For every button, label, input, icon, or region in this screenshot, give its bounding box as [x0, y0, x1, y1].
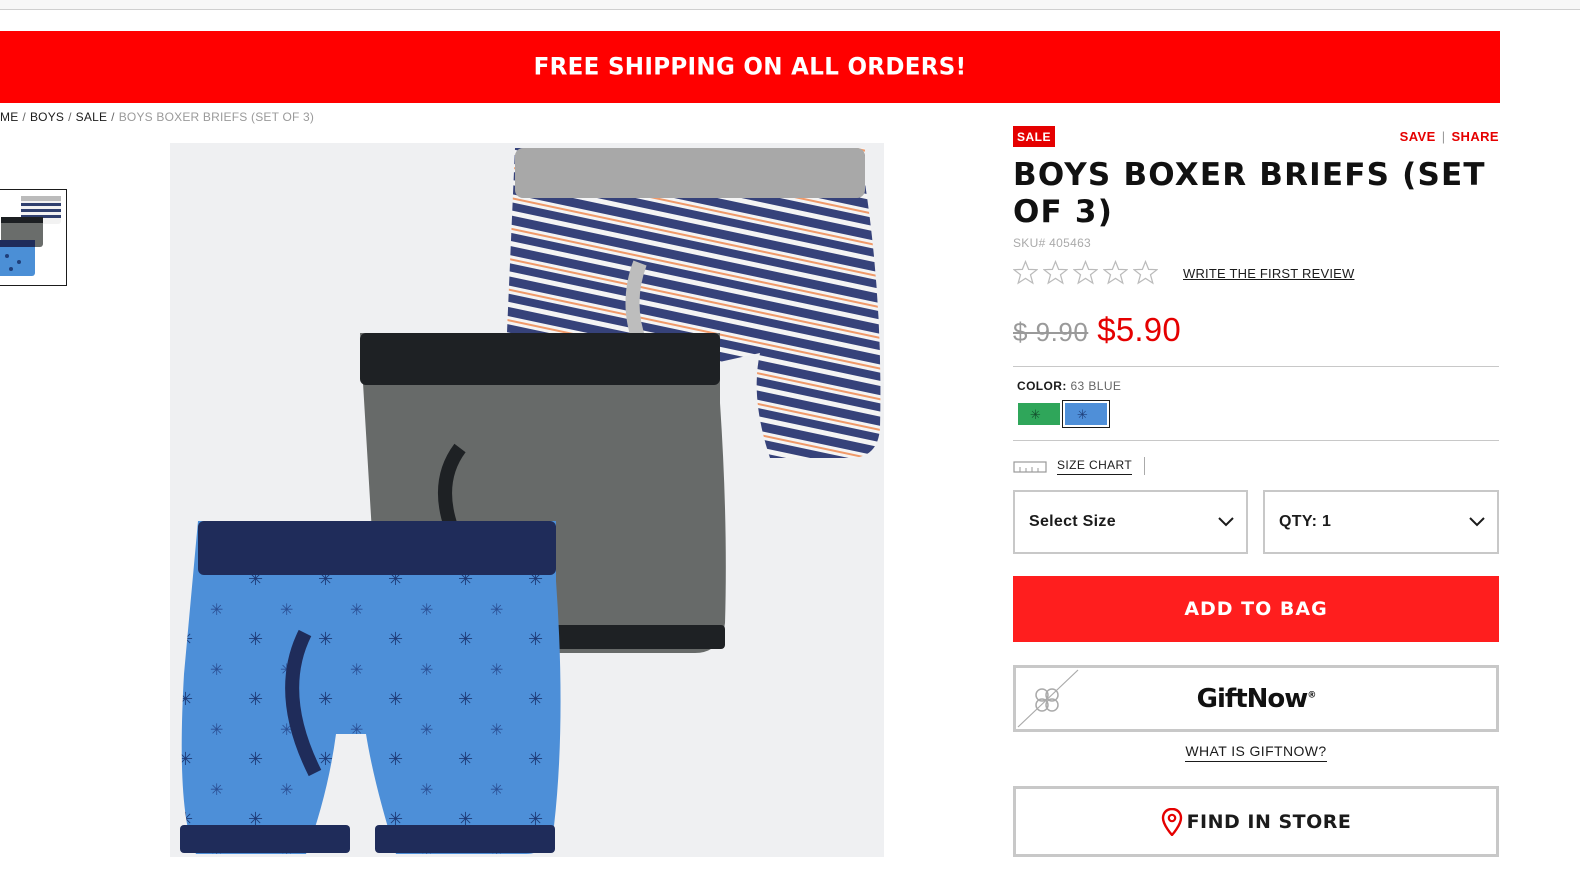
size-chart-link[interactable]: SIZE CHART [1057, 458, 1133, 475]
size-chart-separator [1144, 457, 1146, 475]
divider [1013, 440, 1499, 441]
product-main-image[interactable]: ✳ ✳ [170, 143, 884, 857]
star-empty-icon [1073, 260, 1098, 285]
star-empty-icon [1013, 260, 1038, 285]
star-empty-icon [1043, 260, 1068, 285]
product-sku: SKU# 405463 [1013, 236, 1092, 250]
product-title: BOYS BOXER BRIEFS (SET OF 3) [1013, 157, 1486, 230]
location-pin-icon [1161, 807, 1182, 836]
breadcrumb-home[interactable]: ME [0, 110, 18, 124]
size-select-value: Select Size [1029, 513, 1116, 530]
ruler-icon [1013, 461, 1047, 473]
breadcrumb-sale[interactable]: SALE [76, 110, 108, 124]
thumbnail-image [0, 190, 66, 285]
color-value: 63 BLUE [1070, 379, 1122, 393]
chevron-down-icon [1469, 517, 1485, 527]
color-swatch-green[interactable]: ✳ [1018, 403, 1060, 425]
sale-badge: SALE [1013, 126, 1056, 147]
chevron-down-icon [1218, 517, 1234, 527]
star-empty-icon [1133, 260, 1158, 285]
breadcrumb: ME / BOYS / SALE / BOYS BOXER BRIEFS (SE… [0, 110, 314, 124]
star-empty-icon [1103, 260, 1128, 285]
size-chart[interactable]: SIZE CHART [1013, 457, 1146, 475]
write-review-link[interactable]: WRITE THE FIRST REVIEW [1183, 266, 1354, 281]
divider [1013, 366, 1499, 367]
giftnow-brand: GiftNow [1196, 683, 1309, 714]
save-share: SAVE | SHARE [1400, 129, 1499, 144]
save-share-separator: | [1441, 129, 1446, 144]
giftnow-registered-mark: ® [1307, 689, 1316, 700]
breadcrumb-current: BOYS BOXER BRIEFS (SET OF 3) [118, 110, 315, 124]
giftnow-logo: GiftNow® [1196, 683, 1317, 714]
swatch-pattern: ✳ [1030, 408, 1041, 423]
promo-banner[interactable]: FREE SHIPPING ON ALL ORDERS! [0, 31, 1500, 103]
breadcrumb-boys[interactable]: BOYS [30, 110, 64, 124]
gift-ribbon-icon [1017, 669, 1079, 728]
browser-top-edge [0, 0, 1580, 10]
color-label: COLOR: 63 BLUE [1017, 379, 1121, 393]
svg-text:✳: ✳ [1077, 408, 1088, 423]
quantity-select[interactable]: QTY: 1 [1263, 490, 1499, 554]
quantity-select-value: QTY: 1 [1279, 513, 1332, 530]
price-block: $ 9.90 $5.90 [1013, 311, 1181, 349]
breadcrumb-separator: / [68, 110, 72, 124]
boxer-briefs-illustration: ✳ ✳ [180, 148, 881, 854]
breadcrumb-separator: / [22, 110, 26, 124]
swatch-pattern: ✳ [1077, 408, 1088, 423]
what-is-giftnow: WHAT IS GIFTNOW? [1013, 743, 1499, 762]
what-is-giftnow-link[interactable]: WHAT IS GIFTNOW? [1185, 743, 1327, 762]
breadcrumb-separator: / [111, 110, 115, 124]
size-select[interactable]: Select Size [1013, 490, 1248, 554]
add-to-bag-button[interactable]: ADD TO BAG [1013, 576, 1499, 642]
save-button[interactable]: SAVE [1400, 129, 1436, 144]
sale-price: $5.90 [1097, 311, 1181, 348]
original-price: $ 9.90 [1013, 317, 1089, 347]
giftnow-button[interactable]: GiftNow® [1013, 665, 1499, 732]
find-in-store-label: FIND IN STORE [1186, 810, 1352, 833]
color-swatch-blue[interactable]: ✳ [1063, 401, 1109, 427]
rating-stars[interactable] [1013, 260, 1158, 285]
promo-text: FREE SHIPPING ON ALL ORDERS! [533, 53, 967, 81]
find-in-store-button[interactable]: FIND IN STORE [1013, 786, 1499, 857]
share-button[interactable]: SHARE [1451, 129, 1499, 144]
color-label-title: COLOR: [1017, 379, 1067, 393]
svg-text:✳: ✳ [1030, 408, 1041, 423]
product-thumbnail[interactable] [0, 189, 67, 286]
